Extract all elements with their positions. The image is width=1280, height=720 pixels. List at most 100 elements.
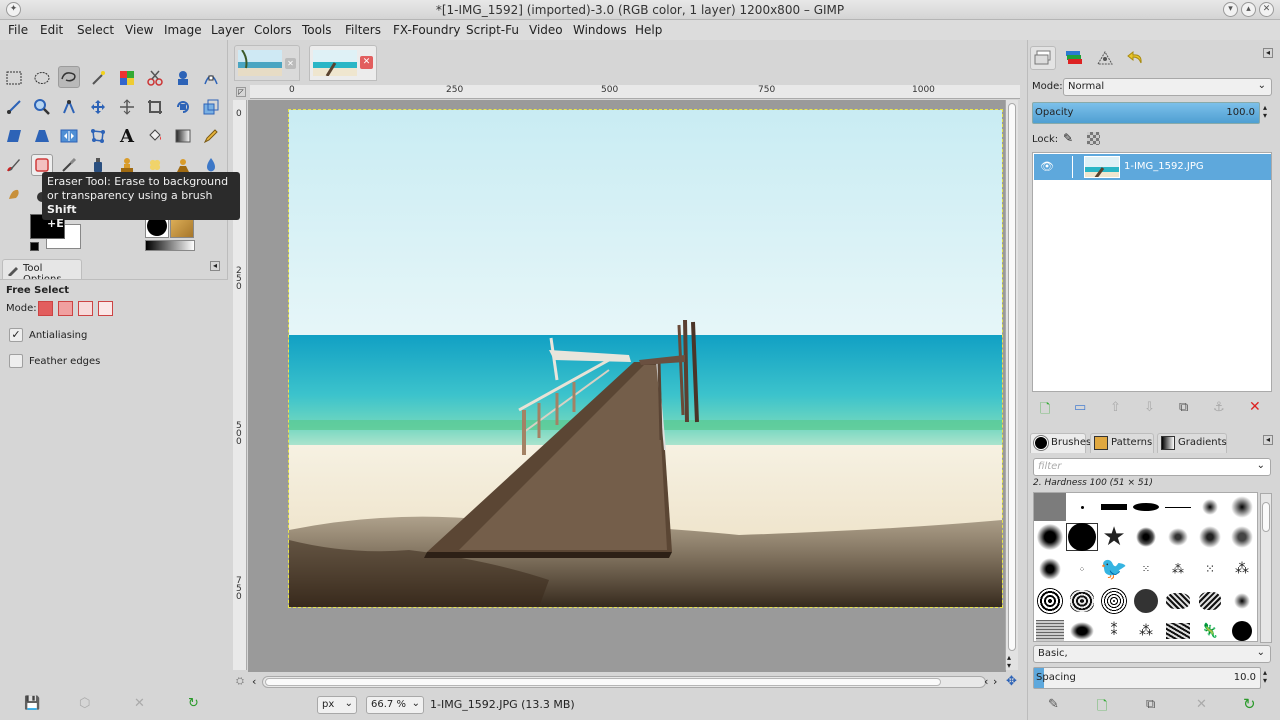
duplicate-layer-icon[interactable]: ⧉ [1179, 400, 1188, 415]
brush-item[interactable] [1226, 523, 1257, 551]
patterns-tab[interactable]: Patterns [1090, 433, 1154, 453]
pencil-tool[interactable] [200, 125, 222, 147]
smudge-tool[interactable] [3, 183, 25, 205]
vertical-scrollbar[interactable]: ▴ ▾ [1005, 100, 1018, 670]
unit-select[interactable]: px ⌄ [317, 696, 357, 714]
brushes-menu-icon[interactable]: ◂ [1263, 435, 1273, 445]
ellipse-select-tool[interactable] [31, 67, 53, 89]
opacity-spin-icon[interactable]: ▴ ▾ [1263, 104, 1267, 120]
image-tab-2[interactable]: ✕ [309, 45, 377, 81]
brush-item[interactable] [1130, 493, 1162, 521]
raise-layer-icon[interactable]: ⇧ [1110, 400, 1121, 415]
navigate-icon[interactable]: ⛭ [236, 676, 244, 687]
flip-tool[interactable] [58, 125, 80, 147]
menu-edit[interactable]: Edit [40, 23, 63, 37]
brush-item[interactable] [1162, 523, 1194, 551]
undo-history-tab[interactable] [1123, 46, 1149, 70]
paintbrush-tool[interactable] [3, 154, 25, 176]
vertical-scroll-thumb[interactable] [1008, 103, 1016, 651]
cage-transform-tool[interactable] [87, 125, 109, 147]
scroll-right-a-icon[interactable]: ‹ [984, 675, 988, 688]
layers-tab[interactable] [1030, 46, 1056, 70]
panel-menu-icon[interactable]: ◂ [210, 261, 220, 271]
menu-layer[interactable]: Layer [211, 23, 244, 37]
brush-item[interactable]: 🦎 [1194, 617, 1226, 641]
perspective-tool[interactable] [31, 125, 53, 147]
brush-item[interactable] [1034, 587, 1066, 615]
image-canvas[interactable] [288, 109, 1003, 608]
scroll-left-icon[interactable]: ‹ [252, 675, 256, 688]
image-tab-2-close-icon[interactable]: ✕ [360, 56, 373, 69]
select-by-color-tool[interactable] [116, 67, 138, 89]
blend-tool[interactable] [172, 125, 194, 147]
brush-item[interactable]: ⁂ [1130, 617, 1162, 641]
text-tool[interactable]: A [116, 125, 138, 147]
measure-tool[interactable] [58, 96, 80, 118]
scale-tool[interactable] [200, 96, 222, 118]
move-tool[interactable] [87, 96, 109, 118]
scissors-select-tool[interactable] [144, 67, 166, 89]
brush-item[interactable] [1034, 523, 1066, 551]
feather-edges-checkbox[interactable] [9, 354, 23, 368]
layer-mode-select[interactable]: Normal ⌄ [1063, 78, 1272, 96]
navigation-icon[interactable]: ✥ [1006, 674, 1017, 689]
brush-item[interactable]: ⁑ [1098, 617, 1130, 641]
horizontal-scroll-thumb[interactable] [265, 678, 941, 686]
image-tab-1[interactable]: ✕ [234, 45, 300, 81]
menu-view[interactable]: View [125, 23, 153, 37]
brush-item[interactable]: ⁘ [1066, 555, 1098, 583]
free-select-tool[interactable] [58, 66, 80, 88]
antialiasing-checkbox[interactable]: ✓ [9, 328, 23, 342]
menu-select[interactable]: Select [77, 23, 114, 37]
brush-item[interactable]: ⁂ [1226, 555, 1257, 583]
brush-item[interactable] [1194, 493, 1226, 521]
gradients-tab[interactable]: Gradients [1157, 433, 1227, 453]
mode-replace-button[interactable] [38, 301, 53, 316]
menu-image[interactable]: Image [164, 23, 202, 37]
menu-filters[interactable]: Filters [345, 23, 381, 37]
minimize-icon[interactable]: ▾ [1223, 2, 1238, 17]
menu-fx-foundry[interactable]: FX-Foundry [393, 23, 461, 37]
menu-tools[interactable]: Tools [302, 23, 332, 37]
brush-item[interactable] [1226, 493, 1257, 521]
brush-item[interactable] [1194, 523, 1226, 551]
default-colors-icon[interactable] [30, 242, 39, 251]
bucket-fill-tool[interactable] [144, 125, 166, 147]
scroll-down-icon[interactable]: ▾ [1007, 661, 1011, 670]
menu-windows[interactable]: Windows [573, 23, 627, 37]
reset-options-icon[interactable]: ↻ [188, 696, 199, 711]
brush-item[interactable]: 🐦 [1098, 555, 1130, 583]
brush-item[interactable] [1098, 587, 1130, 615]
paths-tool[interactable] [3, 96, 25, 118]
new-layer-group-icon[interactable]: ▭ [1074, 400, 1086, 415]
image-tab-1-close-icon[interactable]: ✕ [285, 58, 296, 69]
brush-item[interactable]: ⁂ [1162, 555, 1194, 583]
mode-add-button[interactable] [58, 301, 73, 316]
brush-item[interactable] [1162, 587, 1194, 615]
menu-help[interactable]: Help [635, 23, 662, 37]
eye-icon[interactable]: 👁 [1040, 160, 1054, 173]
brush-item[interactable] [1098, 493, 1130, 521]
menu-script-fu[interactable]: Script-Fu [466, 23, 519, 37]
brush-item[interactable] [1130, 587, 1162, 615]
duplicate-brush-icon[interactable]: ⧉ [1146, 697, 1155, 712]
tool-options-tab[interactable]: Tool Options [2, 259, 82, 285]
active-gradient-preview[interactable] [145, 240, 195, 251]
align-tool[interactable] [116, 96, 138, 118]
channels-tab[interactable] [1061, 46, 1087, 70]
new-brush-icon[interactable]: 🗋 [1097, 697, 1107, 719]
mode-intersect-button[interactable] [98, 301, 113, 316]
brush-item[interactable] [1194, 587, 1226, 615]
restore-options-icon[interactable]: ⬡ [79, 696, 90, 711]
paths-tab[interactable] [1092, 46, 1118, 70]
brush-grid-scroll-thumb[interactable] [1262, 502, 1270, 532]
brush-item[interactable]: ⁙ [1130, 555, 1162, 583]
quick-mask-corner-icon[interactable]: ◸ [236, 87, 246, 97]
spacing-slider[interactable]: Spacing 10.0 [1033, 667, 1261, 689]
brush-item[interactable] [1226, 587, 1257, 615]
delete-brush-icon[interactable]: ✕ [1196, 697, 1207, 712]
maximize-icon[interactable]: ▴ [1241, 2, 1256, 17]
menu-video[interactable]: Video [529, 23, 563, 37]
crop-tool[interactable] [144, 96, 166, 118]
brush-item[interactable] [1162, 617, 1194, 641]
